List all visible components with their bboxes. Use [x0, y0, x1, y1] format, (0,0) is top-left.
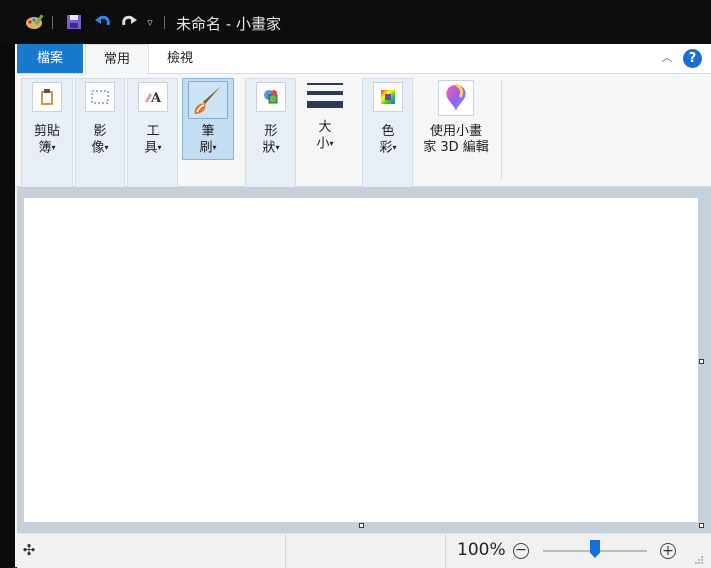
save-icon[interactable]: [64, 12, 84, 32]
clipboard-label: 剪貼: [33, 124, 60, 139]
ribbon-tab-bar: 檔案 常用 檢視 ︿ ?: [15, 44, 711, 75]
paint-palette-icon[interactable]: [24, 12, 46, 32]
size-label: 大: [318, 120, 332, 135]
zoom-level: 100%: [457, 540, 506, 560]
zoom-slider-thumb[interactable]: [590, 540, 600, 558]
tools-label: 工: [146, 124, 160, 139]
shapes-label: 形: [264, 124, 278, 139]
resize-handle-right[interactable]: [699, 359, 704, 364]
separator: [164, 16, 165, 29]
tools-icon: A: [138, 82, 168, 112]
colors-label: 色: [381, 124, 395, 139]
status-divider: [285, 534, 286, 568]
clipboard-button[interactable]: 剪貼 簿▾: [23, 78, 71, 157]
paint3d-label: 使用小畫: [429, 124, 482, 139]
canvas-workspace: [17, 187, 711, 541]
resize-handle-corner[interactable]: [699, 523, 704, 528]
shapes-icon: [256, 82, 286, 112]
drawing-canvas[interactable]: [24, 198, 698, 522]
help-icon[interactable]: ?: [683, 49, 702, 68]
title-bar: ▿ 未命名 - 小畫家: [0, 0, 711, 44]
move-cursor-icon: ✣: [22, 541, 36, 559]
separator: [52, 16, 53, 29]
color-palette-icon: [373, 82, 403, 112]
ribbon: 剪貼 簿▾ 影像▾ A 工具▾ 筆 刷▾ 形 狀▾ 大 小▾ 色 彩▾ 使用小畫…: [15, 74, 711, 188]
brush-icon: [188, 81, 228, 119]
customize-quick-access-icon[interactable]: ▿: [143, 12, 157, 32]
shapes-button[interactable]: 形狀▾: [247, 78, 295, 157]
image-button[interactable]: 影像▾: [76, 78, 124, 157]
line-width-icon: [305, 78, 345, 114]
select-rectangle-icon: [85, 82, 115, 112]
resize-grip-icon[interactable]: [694, 554, 704, 564]
status-divider: [445, 534, 446, 568]
status-bar: ✣ 100% − +: [17, 533, 711, 568]
resize-handle-bottom[interactable]: [359, 523, 364, 528]
colors-button[interactable]: 色彩▾: [364, 78, 412, 157]
image-label: 影: [93, 124, 107, 139]
undo-icon[interactable]: [93, 12, 113, 32]
zoom-in-button[interactable]: +: [660, 543, 676, 559]
svg-text:A: A: [150, 91, 162, 105]
tab-file[interactable]: 檔案: [17, 44, 83, 73]
brushes-button[interactable]: 筆刷▾: [182, 78, 234, 160]
tab-home[interactable]: 常用: [85, 44, 149, 75]
tools-button[interactable]: A 工具▾: [129, 78, 177, 157]
brushes-label: 筆: [201, 124, 215, 139]
paint3d-icon: [438, 80, 474, 116]
tab-view[interactable]: 檢視: [149, 44, 211, 73]
chevron-up-icon[interactable]: ︿: [659, 49, 675, 67]
window-title: 未命名 - 小畫家: [176, 15, 281, 33]
ribbon-divider: [501, 80, 502, 180]
size-button[interactable]: 大小▾: [301, 78, 349, 153]
edit-with-paint3d-button[interactable]: 使用小畫家 3D 編輯: [416, 78, 496, 156]
zoom-out-button[interactable]: −: [513, 543, 529, 559]
clipboard-icon: [32, 82, 62, 112]
redo-icon[interactable]: [119, 12, 139, 32]
paint-window: 檔案 常用 檢視 ︿ ? 剪貼 簿▾ 影像▾ A 工具▾ 筆 刷▾ 形 狀▾ 大…: [15, 44, 711, 568]
